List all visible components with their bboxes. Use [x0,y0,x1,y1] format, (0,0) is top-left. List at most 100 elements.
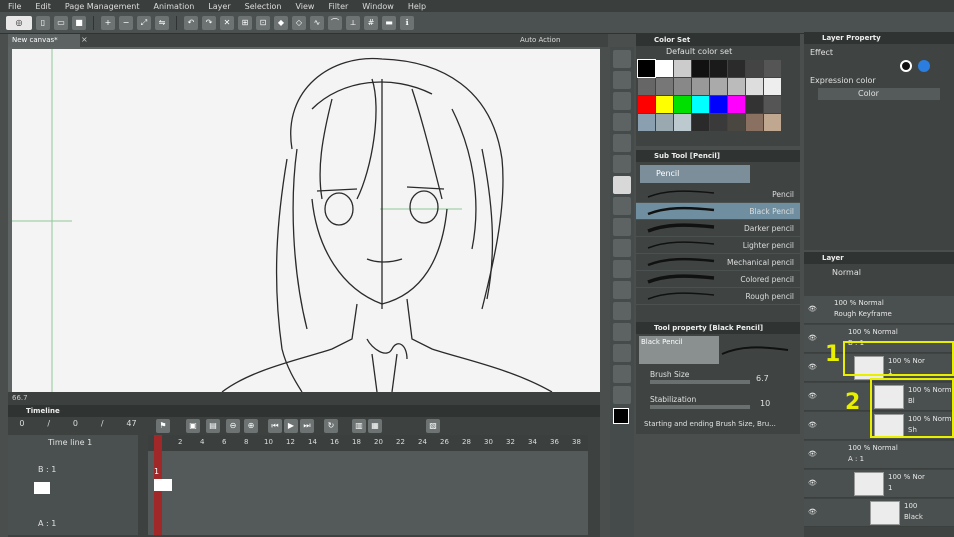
color-swatch[interactable] [638,114,655,131]
visibility-eye-icon[interactable]: 👁 [808,363,817,371]
visibility-eye-icon[interactable]: 👁 [808,421,817,429]
color-swatch[interactable] [637,59,656,78]
color-swatch[interactable] [674,78,691,95]
new-file-icon[interactable]: ▯ [36,15,50,30]
color-swatch[interactable] [710,60,727,77]
border-effect-icon[interactable] [900,60,912,72]
undo-icon[interactable]: ↶ [184,15,198,30]
timeline-frame-grid[interactable]: 1 2 4 6 8 10 12 14 16 18 20 22 24 26 28 … [148,435,588,535]
playhead-icon[interactable]: ⚑ [156,419,170,433]
pencil-tool-icon[interactable] [613,176,631,194]
color-swatch[interactable] [710,78,727,95]
close-tab-icon[interactable]: × [81,35,89,44]
menu-file[interactable]: File [8,2,21,11]
main-color-swatch[interactable] [613,408,629,424]
play-icon[interactable]: ▶ [284,419,298,433]
color-swatch[interactable] [728,78,745,95]
new-cel-icon[interactable]: ▤ [206,419,220,433]
color-swatch[interactable] [638,78,655,95]
perspective-icon[interactable]: ⟂ [346,15,360,30]
visibility-eye-icon[interactable]: 👁 [808,305,817,313]
first-frame-icon[interactable]: ⏮ [268,419,282,433]
canvas-tab[interactable]: New canvas* [8,34,80,47]
track-b[interactable]: B : 1 [38,465,56,474]
fill-tool-icon[interactable] [613,302,631,320]
brush-item[interactable]: Pencil [636,186,800,203]
visibility-eye-icon[interactable]: 👁 [808,334,817,342]
color-swatch[interactable] [692,78,709,95]
brush-item[interactable]: Lighter pencil [636,237,800,254]
save-icon[interactable]: ■ [72,15,86,30]
canvas-area[interactable] [8,47,600,392]
brush-size-value[interactable]: 6.7 [756,374,769,383]
layer-row[interactable]: 👁 100 Black [804,499,954,527]
brush-size-slider[interactable] [650,380,750,384]
new-animation-folder-icon[interactable]: ▣ [186,419,200,433]
color-swatch[interactable] [710,114,727,131]
gradient-tool-icon[interactable] [613,323,631,341]
color-swatch[interactable] [674,96,691,113]
color-swatch[interactable] [728,96,745,113]
timeline-settings-icon[interactable]: ▧ [426,419,440,433]
transform-icon[interactable]: ⊡ [256,15,270,30]
loop-icon[interactable]: ↻ [324,419,338,433]
next-frame-icon[interactable]: ⏭ [300,419,314,433]
move-tool-icon[interactable] [613,71,631,89]
fill-icon[interactable]: ◆ [274,15,288,30]
blend-mode-dropdown[interactable]: Normal [832,268,861,277]
menu-edit[interactable]: Edit [35,2,51,11]
color-swatch[interactable] [764,114,781,131]
color-swatch[interactable] [638,96,655,113]
brush-item[interactable]: Rough pencil [636,288,800,305]
timeline-name[interactable]: Time line 1 [48,438,92,447]
track-a[interactable]: A : 1 [38,519,56,528]
menu-animation[interactable]: Animation [154,2,195,11]
color-swatch[interactable] [728,60,745,77]
visibility-eye-icon[interactable]: 👁 [808,479,817,487]
color-swatch[interactable] [746,78,763,95]
color-swatch[interactable] [656,114,673,131]
color-swatch[interactable] [656,96,673,113]
flip-icon[interactable]: ⇋ [155,15,169,30]
color-swatch[interactable] [692,114,709,131]
text-tool-icon[interactable] [613,365,631,383]
color-set-dropdown[interactable]: Default color set [666,47,732,56]
color-swatch[interactable] [656,60,673,77]
starting-ending-option[interactable]: Starting and ending Brush Size, Bru... [644,420,776,428]
visibility-eye-icon[interactable]: 👁 [808,392,817,400]
operation-tool-icon[interactable] [613,92,631,110]
brush-item[interactable]: Black Pencil [636,203,800,220]
layer-row[interactable]: 👁 100 % Nor 1 [804,470,954,498]
figure-tool-icon[interactable] [613,344,631,362]
color-swatch[interactable] [674,60,691,77]
blend-tool-icon[interactable] [613,281,631,299]
color-swatch[interactable] [746,60,763,77]
balloon-tool-icon[interactable] [613,386,631,404]
specify-cel-icon[interactable]: ⊖ [226,419,240,433]
stabilization-value[interactable]: 10 [760,399,770,408]
visibility-eye-icon[interactable]: 👁 [808,508,817,516]
light-table-icon[interactable]: ▦ [368,419,382,433]
open-file-icon[interactable]: ▭ [54,15,68,30]
selection-tool-icon[interactable] [613,134,631,152]
zoom-level[interactable]: 66.7 [12,394,28,402]
ruler-icon[interactable]: ⌒ [328,15,342,30]
color-swatch[interactable] [692,96,709,113]
info-icon[interactable]: ℹ [400,15,414,30]
menu-filter[interactable]: Filter [328,2,348,11]
sub-tool-group-pencil[interactable]: Pencil [640,165,750,183]
drawing-paper[interactable] [12,49,600,392]
stabilization-slider[interactable] [650,405,750,409]
fit-view-icon[interactable]: ⤢ [137,15,151,30]
color-swatch[interactable] [692,60,709,77]
zoom-out-icon[interactable]: − [119,15,133,30]
cel-keyframe[interactable] [154,479,172,491]
zoom-tool-icon[interactable] [613,50,631,68]
brush-item[interactable]: Colored pencil [636,271,800,288]
eraser-tool-icon[interactable] [613,260,631,278]
onion-skin-icon[interactable]: ▥ [352,419,366,433]
eyedropper-tool-icon[interactable] [613,155,631,173]
visibility-eye-icon[interactable]: 👁 [808,450,817,458]
brush-tool-icon[interactable] [613,197,631,215]
color-swatch[interactable] [710,96,727,113]
